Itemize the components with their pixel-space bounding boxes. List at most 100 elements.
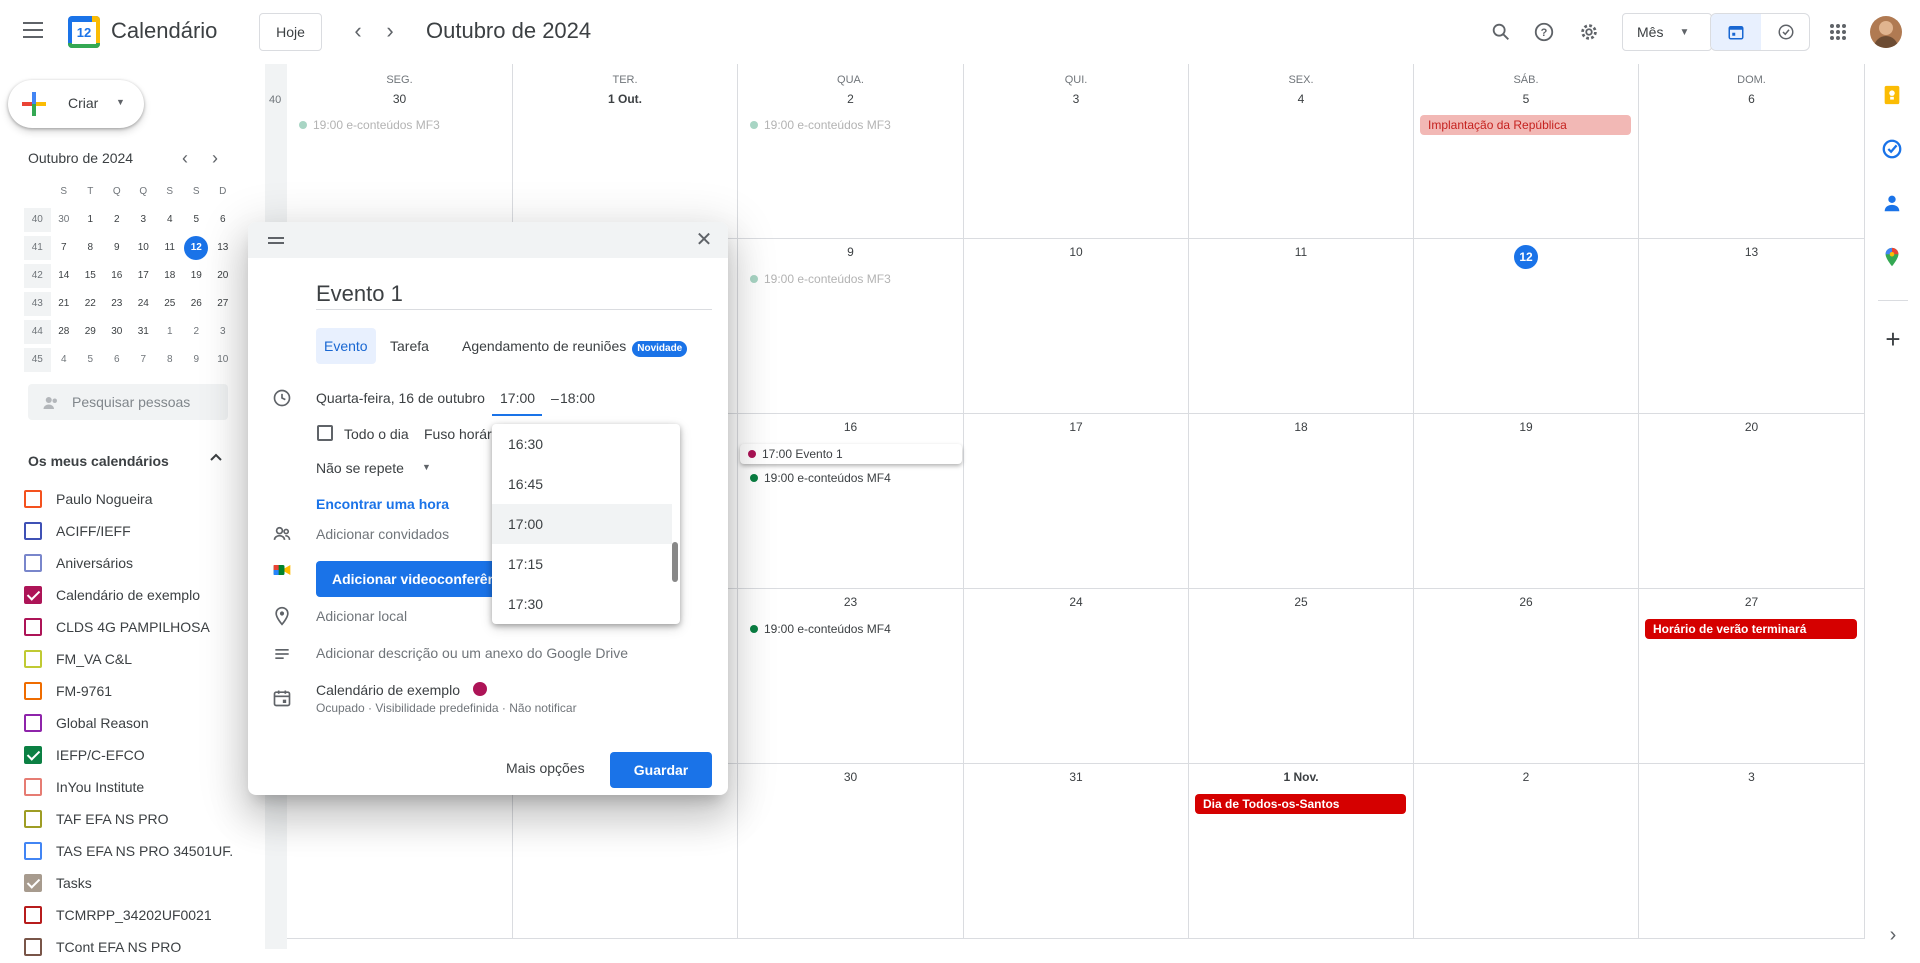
calendar-list-item[interactable]: TCMRPP_34202UF0021 (24, 899, 232, 931)
calendar-list-item[interactable]: IEFP/C-EFCO (24, 739, 232, 771)
calendar-list-item[interactable]: ACIFF/IEFF (24, 515, 232, 547)
mini-day[interactable]: 30 (104, 320, 131, 344)
calendar-checkbox[interactable] (24, 746, 42, 764)
calendar-checkbox[interactable] (24, 906, 42, 924)
calendar-list-item[interactable]: FM-9761 (24, 675, 232, 707)
time-option[interactable]: 16:45 (492, 464, 672, 504)
search-icon[interactable] (1481, 12, 1521, 52)
find-time-link[interactable]: Encontrar uma hora (316, 496, 449, 512)
calendar-checkbox[interactable] (24, 650, 42, 668)
maps-icon[interactable] (1881, 246, 1905, 270)
mini-day[interactable]: 5 (183, 208, 210, 232)
mini-week-number[interactable]: 43 (24, 292, 51, 316)
event-date[interactable]: Quarta-feira, 16 de outubro (316, 390, 485, 406)
mini-day[interactable]: 1 (157, 320, 184, 344)
week-number[interactable]: 40 (269, 94, 281, 106)
day-number[interactable]: 10 (964, 245, 1188, 259)
time-option-selected[interactable]: 17:00 (492, 504, 672, 544)
day-number[interactable]: 2 (1414, 770, 1638, 784)
day-cell[interactable]: 25 (1189, 589, 1414, 764)
day-cell[interactable]: SEG. 30 (287, 64, 513, 239)
mini-day[interactable]: 4 (51, 348, 78, 372)
mini-day[interactable]: 11 (157, 236, 184, 260)
day-number[interactable]: 9 (738, 245, 963, 259)
mini-day[interactable]: 10 (130, 236, 157, 260)
mini-day[interactable]: 4 (157, 208, 184, 232)
mini-day[interactable]: 22 (77, 292, 104, 316)
day-cell[interactable]: 20 (1639, 414, 1865, 589)
tasks-icon[interactable] (1881, 138, 1905, 162)
day-cell[interactable]: 13 (1639, 239, 1865, 414)
contacts-icon[interactable] (1881, 192, 1905, 216)
calendar-event[interactable]: 19:00 e-conteúdos MF3 (293, 115, 505, 135)
close-icon[interactable]: ✕ (692, 228, 716, 252)
day-cell[interactable]: DOM. 6 (1639, 64, 1865, 239)
mini-day[interactable]: 31 (130, 320, 157, 344)
day-cell[interactable]: 10 (964, 239, 1189, 414)
mini-week-number[interactable]: 44 (24, 320, 51, 344)
more-options-button[interactable]: Mais opções (506, 760, 585, 776)
view-select[interactable]: Mês ▼ (1622, 13, 1712, 51)
mini-day[interactable]: 6 (104, 348, 131, 372)
tab-appointment-schedule[interactable]: Agendamento de reuniões Novidade (454, 328, 695, 364)
today-button[interactable]: Hoje (259, 13, 322, 51)
mini-day[interactable]: 19 (183, 264, 210, 288)
calendar-event[interactable]: 19:00 e-conteúdos MF4 (744, 619, 956, 639)
day-cell[interactable]: SÁB. 5 (1414, 64, 1639, 239)
calendar-list-item[interactable]: Global Reason (24, 707, 232, 739)
collapse-chevron-icon[interactable] (208, 450, 224, 469)
day-cell[interactable]: 26 (1414, 589, 1639, 764)
tab-event[interactable]: Evento (316, 328, 376, 364)
calendar-list-item[interactable]: Paulo Nogueira (24, 483, 232, 515)
calendar-list-item[interactable]: Calendário de exemplo (24, 579, 232, 611)
mini-day[interactable]: 26 (183, 292, 210, 316)
calendar-event[interactable]: 19:00 e-conteúdos MF3 (744, 269, 956, 289)
calendar-list-item[interactable]: TAS EFA NS PRO 34501UF... (24, 835, 232, 867)
mini-day[interactable]: 16 (104, 264, 131, 288)
calendar-checkbox[interactable] (24, 938, 42, 956)
day-cell[interactable]: 11 (1189, 239, 1414, 414)
mini-day[interactable]: 5 (77, 348, 104, 372)
time-option[interactable]: 17:30 (492, 584, 672, 624)
mini-day[interactable]: 28 (51, 320, 78, 344)
expand-panel-chevron-icon[interactable]: › (1881, 924, 1905, 948)
drag-handle-icon[interactable] (268, 237, 284, 247)
day-cell[interactable]: 17 (964, 414, 1189, 589)
mini-day[interactable]: 9 (183, 348, 210, 372)
day-cell[interactable]: 30 (738, 764, 964, 939)
mini-day[interactable]: 20 (210, 264, 237, 288)
calendar-checkbox[interactable] (24, 618, 42, 636)
settings-gear-icon[interactable] (1569, 12, 1609, 52)
day-number[interactable]: 17 (964, 420, 1188, 434)
calendar-checkbox[interactable] (24, 810, 42, 828)
previous-period-icon[interactable]: ‹ (346, 20, 370, 44)
calendar-list-item[interactable]: TAF EFA NS PRO (24, 803, 232, 835)
day-cell[interactable]: QUI. 3 (964, 64, 1189, 239)
day-number[interactable]: 30 (287, 92, 512, 106)
calendar-event[interactable]: 19:00 e-conteúdos MF3 (744, 115, 956, 135)
repeat-select[interactable]: Não se repete (316, 460, 404, 476)
day-number[interactable]: 6 (1639, 92, 1864, 106)
add-guests-input[interactable]: Adicionar convidados (316, 526, 449, 542)
day-number[interactable]: 23 (738, 595, 963, 609)
calendar-event[interactable]: Implantação da República (1420, 115, 1631, 135)
calendar-list-item[interactable]: CLDS 4G PAMPILHOSA (24, 611, 232, 643)
mini-day[interactable]: 14 (51, 264, 78, 288)
help-icon[interactable]: ? (1524, 12, 1564, 52)
day-cell[interactable]: 27 (1639, 589, 1865, 764)
day-number[interactable]: 19 (1414, 420, 1638, 434)
calendar-list-item[interactable]: Aniversários (24, 547, 232, 579)
timezone-link[interactable]: Fuso horário (424, 426, 503, 442)
main-menu-icon[interactable] (23, 22, 43, 38)
day-number[interactable]: 3 (1639, 770, 1864, 784)
day-cell[interactable]: 18 (1189, 414, 1414, 589)
day-number[interactable]: 5 (1414, 92, 1638, 106)
start-time[interactable]: 17:00 (500, 390, 535, 406)
mini-next-month-icon[interactable]: › (212, 148, 218, 169)
calendar-list-item[interactable]: Tasks (24, 867, 232, 899)
calendar-list-item[interactable]: FM_VA C&L (24, 643, 232, 675)
day-number[interactable]: 20 (1639, 420, 1864, 434)
day-number[interactable]: 11 (1189, 245, 1413, 259)
calendar-list-item[interactable]: TCont EFA NS PRO (24, 931, 232, 963)
day-number[interactable]: 1 Out. (513, 92, 737, 106)
